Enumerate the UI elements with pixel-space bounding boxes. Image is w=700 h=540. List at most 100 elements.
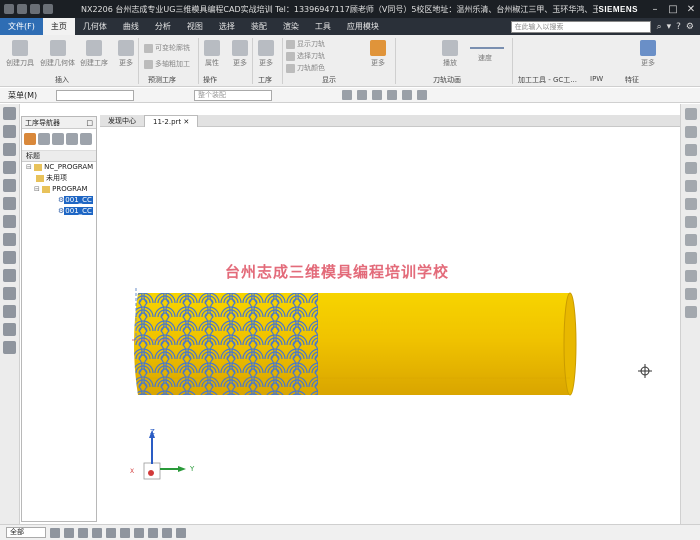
variable-contour-button[interactable]: 可变轮廓铣 — [144, 43, 190, 53]
column-header[interactable]: 标题 — [22, 151, 96, 162]
history-icon[interactable] — [3, 215, 16, 228]
close-icon[interactable]: ✕ — [682, 4, 700, 15]
clock-icon[interactable] — [3, 323, 16, 336]
tree-row[interactable]: 未用项 — [22, 173, 96, 184]
undo-icon[interactable] — [17, 4, 27, 14]
minimize-icon[interactable]: – — [646, 4, 664, 15]
help-icon[interactable]: ? — [676, 22, 681, 32]
tree-row[interactable]: ⚙001_CC — [22, 195, 96, 206]
measure-icon[interactable] — [684, 162, 697, 174]
tab-tools[interactable]: 工具 — [307, 18, 339, 35]
tab-part-file[interactable]: 11-2.prt ✕ — [144, 114, 199, 127]
navigator-icon[interactable] — [3, 107, 16, 120]
tool-path-color-button[interactable]: 刀轨颜色 — [286, 63, 325, 73]
more-end-button[interactable]: 更多 — [640, 40, 656, 68]
library-icon[interactable] — [3, 233, 16, 246]
tool-icon[interactable] — [3, 161, 16, 174]
pen-icon[interactable] — [176, 527, 186, 538]
attribute-button[interactable]: 属性 — [204, 40, 220, 68]
surface-icon[interactable] — [684, 234, 697, 246]
select-icon[interactable] — [50, 527, 60, 538]
machine-view-icon[interactable] — [38, 133, 50, 145]
render-icon[interactable] — [402, 90, 412, 100]
tab-discovery-center[interactable]: 发现中心 — [100, 115, 144, 127]
redo-icon[interactable] — [30, 4, 40, 14]
chevron-down-icon[interactable]: ▾ — [667, 22, 672, 32]
play-button[interactable]: 播放 — [442, 40, 458, 68]
graphics-window[interactable]: 台州志成三维模具编程培训学校 Z Y X — [100, 128, 680, 524]
section-icon[interactable] — [684, 180, 697, 192]
body-icon[interactable] — [78, 527, 88, 538]
command-search-input[interactable]: 在此输入以搜索 — [510, 20, 651, 33]
tree-row[interactable]: ⚙001_CC — [22, 206, 96, 217]
selection-filter-select[interactable]: 全部 — [6, 527, 46, 538]
curve-icon[interactable] — [684, 252, 697, 264]
select-tool-path-button[interactable]: 选择刀轨 — [286, 51, 325, 61]
type-filter-select[interactable] — [56, 89, 134, 101]
orient-icon[interactable] — [417, 90, 427, 100]
shade-icon[interactable] — [387, 90, 397, 100]
tab-analysis[interactable]: 分析 — [147, 18, 179, 35]
create-tool-button[interactable]: 创建刀具 — [6, 40, 34, 68]
palette-icon[interactable] — [3, 251, 16, 264]
role-icon[interactable] — [3, 287, 16, 300]
machine-icon[interactable] — [3, 179, 16, 192]
refresh-icon[interactable] — [684, 108, 697, 120]
search-icon[interactable]: ⌕ — [657, 22, 662, 32]
more-insert-button[interactable]: 更多 — [118, 40, 134, 68]
web-icon[interactable] — [3, 269, 16, 282]
move-icon[interactable] — [120, 527, 130, 538]
file-menu-button[interactable]: 文件(F) — [0, 18, 43, 35]
edit-icon[interactable] — [684, 144, 697, 156]
info-icon[interactable] — [3, 341, 16, 354]
layer-icon[interactable] — [684, 126, 697, 138]
close-icon[interactable]: ✕ — [183, 118, 189, 126]
tab-view[interactable]: 视图 — [179, 18, 211, 35]
save-icon[interactable] — [4, 4, 14, 14]
tab-assembly[interactable]: 装配 — [243, 18, 275, 35]
sketch-icon[interactable] — [684, 216, 697, 228]
tree-row[interactable]: ⊟ PROGRAM — [22, 184, 96, 195]
multi-axis-button[interactable]: 多轴粗加工 — [144, 59, 190, 69]
feature-icon[interactable] — [684, 198, 697, 210]
more-display-button[interactable]: 更多 — [370, 40, 386, 68]
part-icon[interactable] — [3, 125, 16, 138]
transform-icon[interactable] — [684, 306, 697, 318]
tab-geometry[interactable]: 几何体 — [75, 18, 115, 35]
settings-icon[interactable]: ⚙ — [686, 22, 694, 32]
fit-icon[interactable] — [372, 90, 382, 100]
snap-icon[interactable] — [357, 90, 367, 100]
pattern-icon[interactable] — [684, 288, 697, 300]
tab-curve[interactable]: 曲线 — [115, 18, 147, 35]
tree-row[interactable]: ⊟ NC_PROGRAM — [22, 162, 96, 173]
window-icon[interactable] — [43, 4, 53, 14]
point-icon[interactable] — [106, 527, 116, 538]
tab-home[interactable]: 主页 — [42, 18, 75, 35]
geometry-icon[interactable] — [3, 197, 16, 210]
filter-icon[interactable] — [80, 133, 92, 145]
program-view-icon[interactable] — [24, 133, 36, 145]
geometry-view-icon[interactable] — [52, 133, 64, 145]
more-process-button[interactable]: 更多 — [258, 40, 274, 68]
assembly-icon[interactable] — [3, 143, 16, 156]
view-icon[interactable] — [342, 90, 352, 100]
create-geometry-button[interactable]: 创建几何体 — [40, 40, 75, 68]
speed-slider[interactable] — [470, 47, 504, 49]
tab-applications[interactable]: 应用模块 — [339, 18, 387, 35]
face-icon[interactable] — [64, 527, 74, 538]
method-view-icon[interactable] — [66, 133, 78, 145]
tab-render[interactable]: 渲染 — [275, 18, 307, 35]
edge-icon[interactable] — [92, 527, 102, 538]
show-tool-path-button[interactable]: 显示刀轨 — [286, 39, 325, 49]
create-operation-button[interactable]: 创建工序 — [80, 40, 108, 68]
menu-button[interactable]: 菜单(M) — [0, 90, 56, 101]
assembly-scope-select[interactable]: 整个装配 — [194, 89, 272, 101]
system-icon[interactable] — [3, 305, 16, 318]
maximize-icon[interactable]: □ — [664, 4, 682, 15]
more-operation-button[interactable]: 更多 — [232, 40, 248, 68]
zoom-icon[interactable] — [162, 527, 172, 538]
close-icon[interactable]: □ — [86, 117, 93, 128]
hide-icon[interactable] — [148, 527, 158, 538]
tab-select[interactable]: 选择 — [211, 18, 243, 35]
view-icon[interactable] — [134, 527, 144, 538]
